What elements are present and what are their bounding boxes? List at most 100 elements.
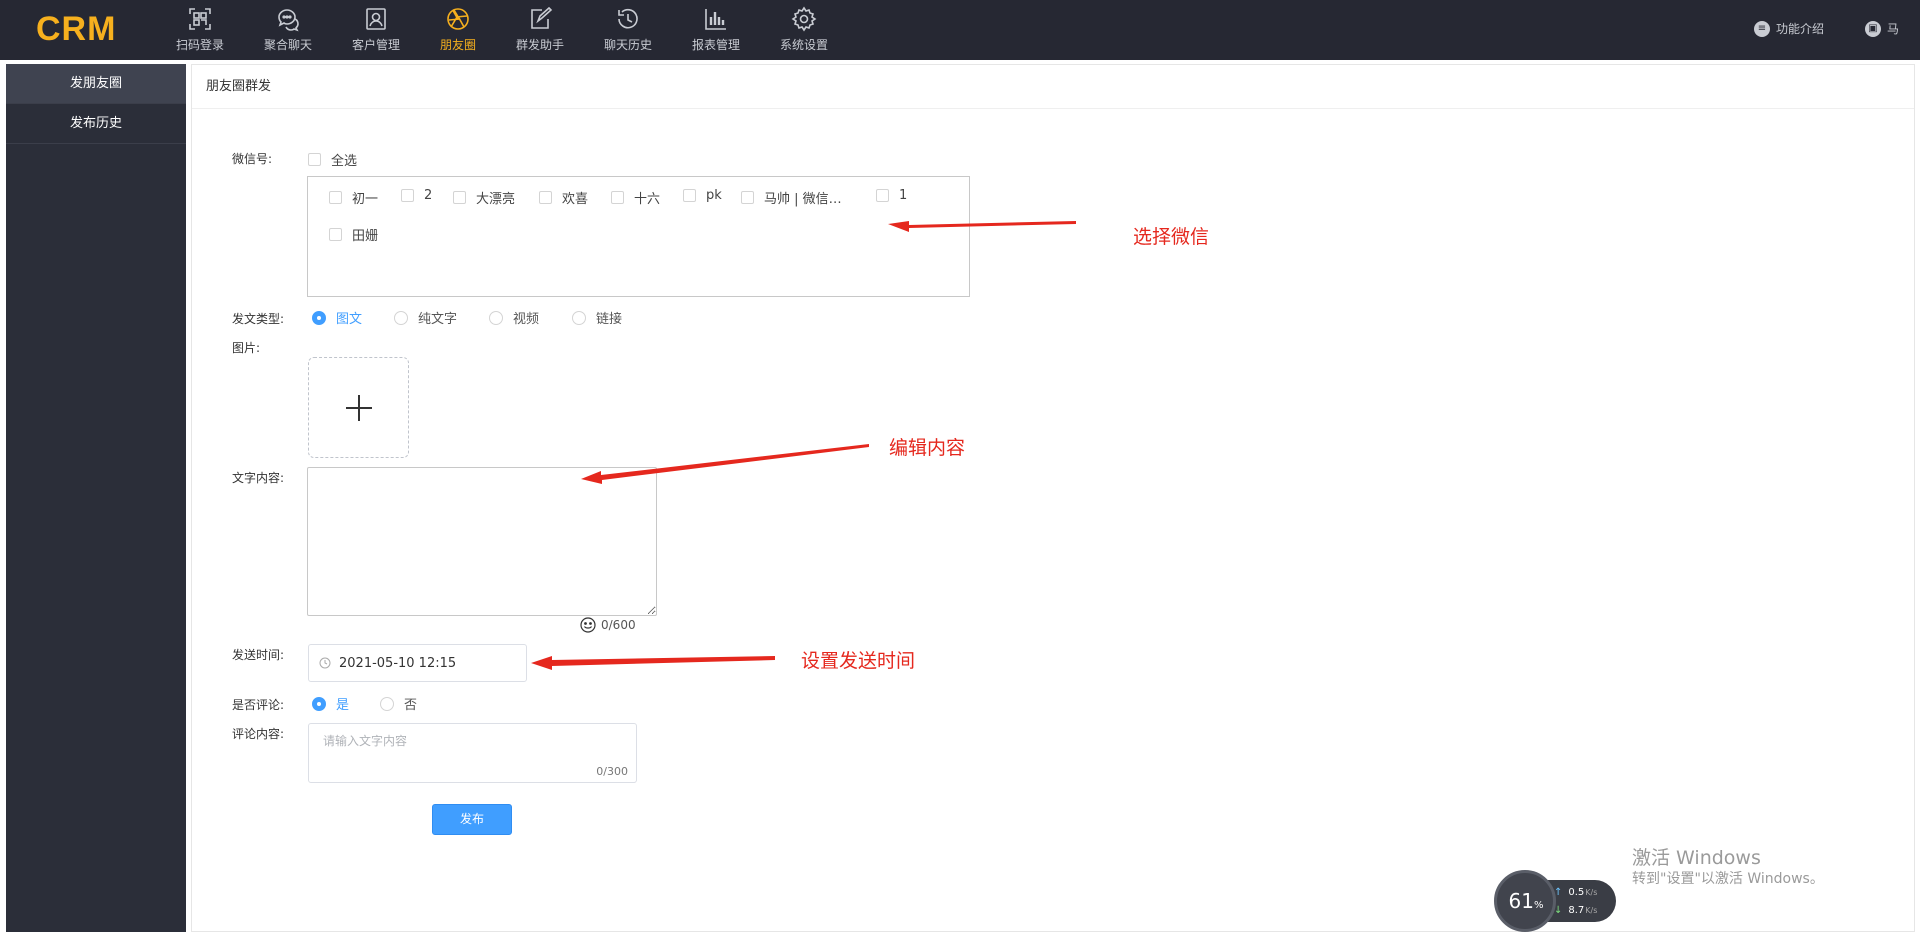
nav-item-customer-management[interactable]: 客户管理 — [338, 4, 414, 56]
wechat-label: 微信号: — [232, 152, 273, 166]
avatar: ▣ — [1865, 20, 1881, 37]
clock-icon — [319, 657, 331, 669]
wechat-account-checkbox[interactable]: 2 — [401, 188, 432, 203]
text-content-counter: 0/600 — [580, 617, 636, 633]
comment-radio-yes[interactable]: 是 — [312, 694, 349, 713]
send-time-picker[interactable]: 2021-05-10 12:15 — [308, 644, 527, 682]
radio-label: 视频 — [513, 312, 540, 327]
comment-radio-no[interactable]: 否 — [380, 694, 417, 713]
radio-dot — [312, 696, 326, 711]
comment-placeholder: 请输入文字内容 — [323, 734, 408, 748]
emoji-icon[interactable] — [580, 617, 596, 633]
post-type-radio-video[interactable]: 视频 — [489, 308, 539, 327]
wechat-account-checkbox[interactable]: pk — [683, 188, 722, 203]
windows-activation-subtitle: 转到"设置"以激活 Windows。 — [1632, 871, 1824, 887]
wechat-account-checkbox[interactable]: 马帅 | 微信… — [741, 188, 842, 207]
wechat-account-checkbox[interactable]: 1 — [876, 188, 907, 203]
comment-content-label: 评论内容: — [232, 727, 285, 741]
send-time-value: 2021-05-10 12:15 — [339, 655, 457, 671]
aperture-icon — [447, 8, 469, 30]
nav-item-aggregate-chat[interactable]: 聚合聊天 — [250, 4, 326, 56]
speed-gauge: 61% — [1494, 870, 1556, 932]
radio-dot — [312, 310, 326, 325]
image-label: 图片: — [232, 341, 261, 355]
radio-label: 是 — [336, 698, 350, 713]
bar-chart-icon — [705, 9, 726, 30]
panel-title: 朋友圈群发 — [192, 65, 1914, 109]
nav-item-system-settings[interactable]: 系统设置 — [766, 4, 842, 56]
nav-item-label: 聚合聊天 — [263, 38, 312, 52]
radio-dot — [380, 696, 394, 711]
radio-label: 链接 — [596, 312, 623, 327]
nav-item-moments[interactable]: 朋友圈 — [420, 4, 496, 56]
checkbox-box — [308, 153, 321, 166]
nav-item-label: 聊天历史 — [603, 38, 652, 52]
wechat-account-label: 1 — [899, 188, 908, 203]
select-all-label: 全选 — [331, 154, 358, 169]
radio-label: 纯文字 — [418, 312, 458, 327]
nav-item-chat-history[interactable]: 聊天历史 — [590, 4, 666, 56]
wechat-account-label: 田姗 — [352, 229, 379, 244]
nav-item-label: 系统设置 — [779, 38, 828, 52]
network-speed-widget[interactable]: 61% ↑ 0.5 K/s ↓ 8.7 K/s — [1494, 870, 1616, 932]
download-speed: ↓ 8.7 K/s — [1554, 905, 1598, 916]
text-content-textarea[interactable] — [307, 467, 657, 616]
user-name: 马 — [1887, 22, 1900, 36]
post-type-label: 发文类型: — [232, 312, 285, 326]
text-content-label: 文字内容: — [232, 471, 285, 485]
image-upload-button[interactable] — [308, 357, 409, 458]
nav-item-label: 客户管理 — [351, 38, 400, 52]
publish-button[interactable]: 发布 — [432, 804, 512, 835]
plus-icon — [346, 395, 372, 421]
wechat-account-checkbox[interactable]: 十六 — [611, 188, 660, 207]
radio-dot — [572, 310, 586, 325]
help-label: 功能介绍 — [1776, 22, 1825, 36]
post-type-radio-text-only[interactable]: 纯文字 — [394, 308, 457, 327]
nav-item-scan-login[interactable]: 扫码登录 — [162, 4, 238, 56]
wechat-account-checkbox[interactable]: 田姗 — [329, 225, 378, 244]
contact-card-icon — [366, 8, 386, 30]
wechat-account-checkbox[interactable]: 大漂亮 — [453, 188, 515, 207]
sidebar-item-post-history[interactable]: 发布历史 — [6, 104, 186, 144]
wechat-account-label: 初一 — [352, 192, 379, 207]
nav-item-report-management[interactable]: 报表管理 — [678, 4, 754, 56]
checkbox-box — [453, 191, 466, 204]
radio-dot — [394, 310, 408, 325]
checkbox-box — [741, 191, 754, 204]
nav-item-label: 报表管理 — [691, 38, 740, 52]
windows-activation-title: 激活 Windows — [1632, 847, 1761, 869]
radio-label: 否 — [404, 698, 418, 713]
wechat-account-label: 欢喜 — [562, 192, 589, 207]
checkbox-box — [401, 189, 414, 202]
allow-comment-label: 是否评论: — [232, 698, 285, 712]
user-menu[interactable]: ▣ 马 — [1865, 20, 1899, 37]
download-arrow-icon: ↓ — [1554, 905, 1563, 916]
checkbox-box — [539, 191, 552, 204]
checkbox-box — [329, 228, 342, 241]
text-counter-value: 0/600 — [601, 618, 636, 632]
post-type-radio-image-text[interactable]: 图文 — [312, 308, 362, 327]
annotation-edit-content: 编辑内容 — [889, 437, 966, 459]
comment-content-input[interactable]: 请输入文字内容 0/300 — [308, 723, 637, 783]
upload-arrow-icon: ↑ — [1554, 887, 1563, 898]
speed-percent: 61% — [1508, 889, 1544, 913]
post-type-radio-link[interactable]: 链接 — [572, 308, 622, 327]
top-navigation-bar: CRM 扫码登录 聚合聊天 客户管理 朋友圈 群发助手 聊天历史 报表管理 系统… — [0, 0, 1920, 60]
sidebar-item-post-moments[interactable]: 发朋友圈 — [6, 64, 186, 104]
qr-scan-icon — [189, 8, 211, 30]
select-all-checkbox[interactable]: 全选 — [308, 150, 357, 169]
radio-label: 图文 — [336, 312, 363, 327]
nav-item-label: 群发助手 — [515, 38, 564, 52]
checkbox-box — [683, 189, 696, 202]
edit-share-icon — [531, 6, 553, 29]
checkbox-box — [611, 191, 624, 204]
wechat-account-label: 2 — [424, 188, 433, 203]
annotation-set-time: 设置发送时间 — [801, 650, 916, 672]
send-time-label: 发送时间: — [232, 648, 285, 662]
wechat-account-label: 十六 — [634, 192, 661, 207]
wechat-account-checkbox[interactable]: 初一 — [329, 188, 378, 207]
nav-item-broadcast-assistant[interactable]: 群发助手 — [502, 4, 578, 56]
help-link[interactable]: ≡ 功能介绍 — [1754, 20, 1824, 37]
wechat-account-label: 大漂亮 — [476, 192, 516, 207]
wechat-account-checkbox[interactable]: 欢喜 — [539, 188, 588, 207]
